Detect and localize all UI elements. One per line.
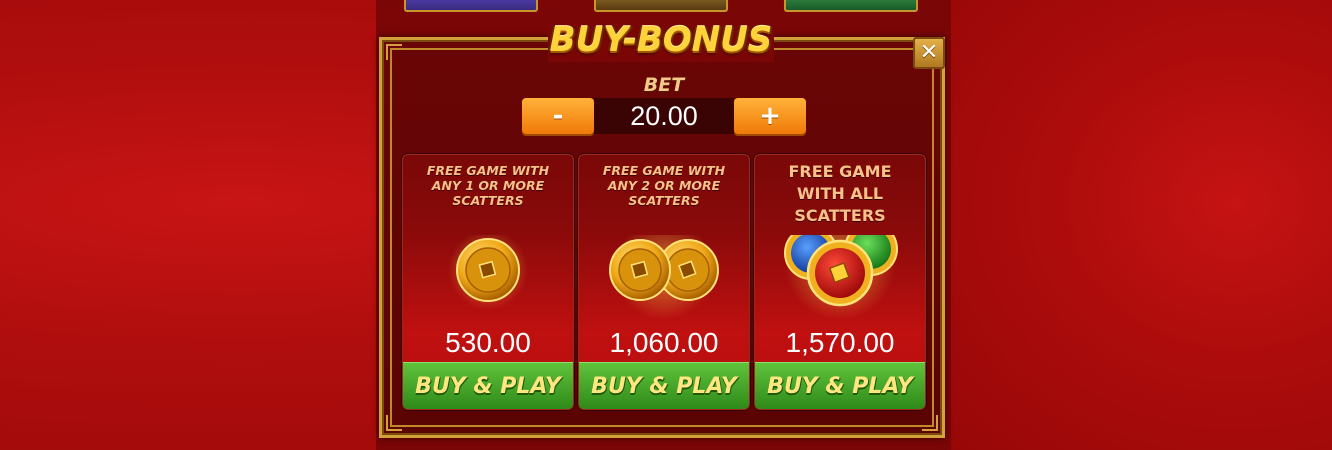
bet-increase-button[interactable]: + [734,98,806,134]
reel-frame-bottom [594,0,728,12]
buy-and-play-button[interactable]: BUY & PLAY [579,362,749,409]
bet-stepper: - 20.00 + [522,98,806,134]
bonus-price: 530.00 [445,327,531,358]
background-right [950,0,1332,450]
close-icon: ✕ [919,40,939,65]
dialog-title: BUY-BONUS [549,20,773,60]
bonus-option-card: FREE GAME WITH ANY 2 OR MORE SCATTERS 1,… [578,154,750,410]
buy-and-play-label: BUY & PLAY [767,373,913,399]
corner-ornament [386,415,402,431]
reel-frame-bottom [784,0,918,12]
bet-decrease-button[interactable]: - [522,98,594,134]
minus-icon: - [552,101,564,131]
bonus-option-card: FREE GAME WITH ANY 1 OR MORE SCATTERS 53… [402,154,574,410]
gold-coin-icon [448,235,528,310]
corner-ornament [386,44,402,60]
corner-ornament [922,415,938,431]
bet-value: 20.00 [594,98,734,134]
bonus-option-description: FREE GAME WITH ANY 2 OR MORE SCATTERS [602,163,726,208]
scatter-coins-icon [784,235,898,320]
bonus-price: 1,570.00 [785,327,895,358]
bonus-option-description: FREE GAME WITH ALL SCATTERS [788,162,892,225]
bonus-option-description: FREE GAME WITH ANY 1 OR MORE SCATTERS [426,163,550,208]
plus-icon: + [759,101,781,131]
dialog-title-banner: BUY-BONUS [548,18,774,62]
bet-label: BET [643,74,685,96]
buy-and-play-button[interactable]: BUY & PLAY [403,362,573,409]
close-button[interactable]: ✕ [913,37,945,69]
gold-coins-icon [609,235,719,320]
buy-and-play-button[interactable]: BUY & PLAY [755,362,925,409]
buy-and-play-label: BUY & PLAY [591,373,737,399]
reel-frame-bottom [404,0,538,12]
bonus-option-card: FREE GAME WITH ALL SCATTERS 1,570.00 BUY… [754,154,926,410]
buy-and-play-label: BUY & PLAY [415,373,561,399]
bonus-price: 1,060.00 [609,327,719,358]
reel-frames [376,0,951,12]
